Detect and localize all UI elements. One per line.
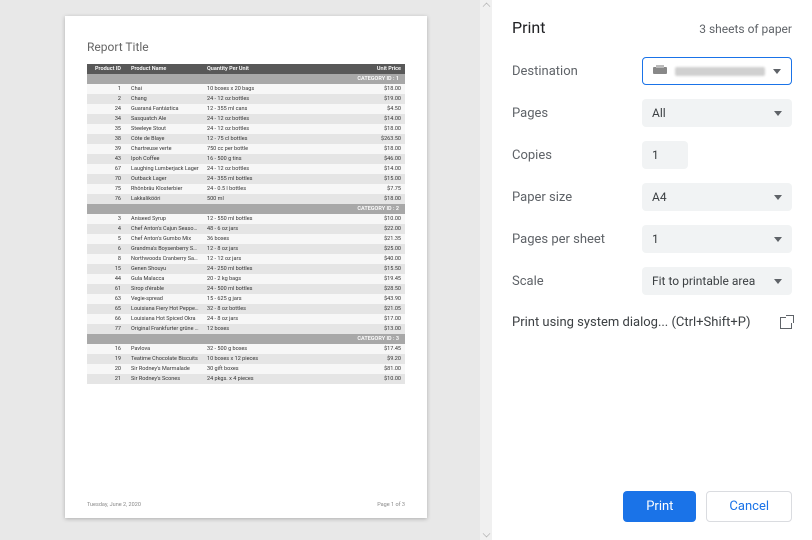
footer-page: Page 1 of 3 bbox=[377, 502, 405, 508]
table-row: 5Chef Anton's Gumbo Mix36 boxes$21.35 bbox=[87, 234, 405, 244]
destination-value bbox=[675, 67, 765, 76]
pages-per-sheet-value: 1 bbox=[652, 232, 659, 246]
table-row: 75Rhönbräu Klosterbier24 - 0.5 l bottles… bbox=[87, 184, 405, 194]
pages-per-sheet-select[interactable]: 1 bbox=[642, 225, 792, 253]
table-row: 4Chef Anton's Cajun Seasoning48 - 6 oz j… bbox=[87, 224, 405, 234]
table-row: 2Chang24 - 12 oz bottles$19.00 bbox=[87, 94, 405, 104]
table-row: 44Gula Malacca20 - 2 kg bags$19.45 bbox=[87, 274, 405, 284]
table-row: 61Sirop d'érable24 - 500 ml bottles$28.5… bbox=[87, 284, 405, 294]
preview-page: Report Title Product ID Product Name Qua… bbox=[65, 16, 427, 518]
table-row: 15Genen Shouyu24 - 250 ml bottles$15.50 bbox=[87, 264, 405, 274]
category-row: CATEGORY ID : 1 bbox=[87, 74, 405, 84]
col-unit-price: Unit Price bbox=[304, 64, 405, 74]
pages-select[interactable]: All bbox=[642, 99, 792, 127]
table-row: 63Vegie-spread15 - 625 g jars$43.90 bbox=[87, 294, 405, 304]
scale-select[interactable]: Fit to printable area bbox=[642, 267, 792, 295]
category-row: CATEGORY ID : 3 bbox=[87, 334, 405, 344]
dialog-title: Print bbox=[512, 18, 545, 37]
table-row: 19Teatime Chocolate Biscuits10 boxes x 1… bbox=[87, 354, 405, 364]
chevron-down-icon bbox=[774, 279, 782, 284]
print-button[interactable]: Print bbox=[623, 491, 696, 522]
print-settings-panel: Print 3 sheets of paper Destination Page… bbox=[492, 0, 812, 540]
col-qpu: Quantity Per Unit bbox=[203, 64, 304, 74]
table-row: 16Pavlova32 - 500 g boxes$17.45 bbox=[87, 344, 405, 354]
report-title: Report Title bbox=[87, 40, 405, 54]
chevron-down-icon bbox=[774, 237, 782, 242]
report-table: Product ID Product Name Quantity Per Uni… bbox=[87, 64, 405, 384]
table-row: 77Original Frankfurter grüne Soße12 boxe… bbox=[87, 324, 405, 334]
preview-scrollbar[interactable] bbox=[480, 0, 492, 540]
category-row: CATEGORY ID : 2 bbox=[87, 204, 405, 214]
chevron-down-icon bbox=[773, 69, 781, 74]
table-row: 39Chartreuse verte750 cc per bottle$18.0… bbox=[87, 144, 405, 154]
table-row: 8Northwoods Cranberry Sauce12 - 12 oz ja… bbox=[87, 254, 405, 264]
col-product-id: Product ID bbox=[87, 64, 127, 74]
cancel-button[interactable]: Cancel bbox=[706, 491, 792, 522]
destination-label: Destination bbox=[512, 64, 642, 79]
sheet-count: 3 sheets of paper bbox=[699, 22, 792, 36]
table-row: 21Sir Rodney's Scones24 pkgs. x 4 pieces… bbox=[87, 374, 405, 384]
system-dialog-text: Print using system dialog... (Ctrl+Shift… bbox=[512, 315, 750, 330]
scale-value: Fit to printable area bbox=[652, 274, 755, 288]
pages-value: All bbox=[652, 106, 666, 120]
pages-label: Pages bbox=[512, 106, 642, 121]
table-row: 35Steeleye Stout24 - 12 oz bottles$18.00 bbox=[87, 124, 405, 134]
page-footer: Tuesday, June 2, 2020 Page 1 of 3 bbox=[87, 502, 405, 508]
table-row: 6Grandma's Boysenberry Spread12 - 8 oz j… bbox=[87, 244, 405, 254]
paper-size-value: A4 bbox=[652, 190, 667, 204]
external-link-icon bbox=[780, 317, 792, 329]
col-product-name: Product Name bbox=[127, 64, 203, 74]
table-row: 34Sasquatch Ale24 - 12 oz bottles$14.00 bbox=[87, 114, 405, 124]
table-row: 3Aniseed Syrup12 - 550 ml bottles$10.00 bbox=[87, 214, 405, 224]
chevron-down-icon bbox=[774, 111, 782, 116]
pages-per-sheet-label: Pages per sheet bbox=[512, 232, 642, 247]
printer-icon bbox=[653, 65, 667, 77]
table-row: 43Ipoh Coffee16 - 500 g tins$46.00 bbox=[87, 154, 405, 164]
table-row: 70Outback Lager24 - 355 ml bottles$15.00 bbox=[87, 174, 405, 184]
table-row: 20Sir Rodney's Marmalade30 gift boxes$81… bbox=[87, 364, 405, 374]
table-row: 76Lakkalikööri500 ml$18.00 bbox=[87, 194, 405, 204]
print-preview-pane: Report Title Product ID Product Name Qua… bbox=[0, 0, 492, 540]
footer-date: Tuesday, June 2, 2020 bbox=[87, 502, 141, 508]
table-row: 38Côte de Blaye12 - 75 cl bottles$263.50 bbox=[87, 134, 405, 144]
table-row: 67Laughing Lumberjack Lager24 - 12 oz bo… bbox=[87, 164, 405, 174]
table-row: 24Guaraná Fantástica12 - 355 ml cans$4.5… bbox=[87, 104, 405, 114]
copies-input[interactable]: 1 bbox=[642, 141, 688, 169]
copies-value: 1 bbox=[652, 148, 659, 162]
scale-label: Scale bbox=[512, 274, 642, 289]
table-row: 66Louisiana Hot Spiced Okra24 - 8 oz jar… bbox=[87, 314, 405, 324]
table-row: 1Chai10 boxes x 20 bags$18.00 bbox=[87, 84, 405, 94]
destination-select[interactable] bbox=[642, 57, 792, 85]
paper-size-label: Paper size bbox=[512, 190, 642, 205]
paper-size-select[interactable]: A4 bbox=[642, 183, 792, 211]
copies-label: Copies bbox=[512, 148, 642, 163]
table-row: 65Louisiana Fiery Hot Pepper Sauce32 - 8… bbox=[87, 304, 405, 314]
system-dialog-link[interactable]: Print using system dialog... (Ctrl+Shift… bbox=[512, 315, 792, 330]
chevron-down-icon bbox=[774, 195, 782, 200]
